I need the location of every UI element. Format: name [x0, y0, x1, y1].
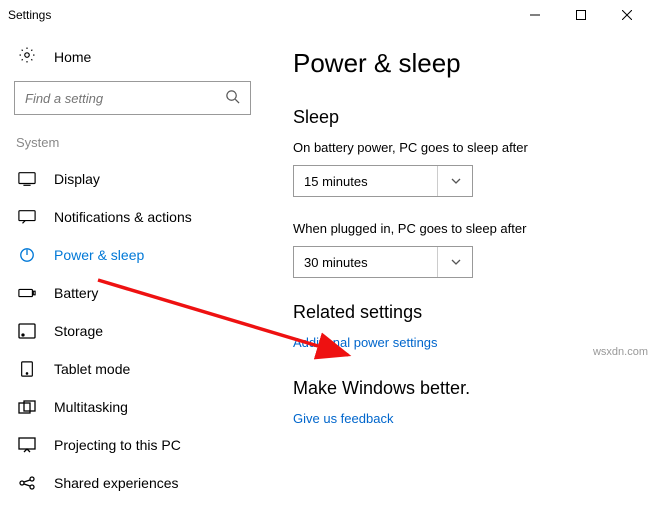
- additional-power-settings-link[interactable]: Additional power settings: [293, 335, 438, 350]
- sidebar-item-label: Power & sleep: [54, 247, 144, 263]
- power-icon: [18, 247, 36, 263]
- sidebar-item-label: Shared experiences: [54, 475, 179, 491]
- window-title: Settings: [8, 8, 51, 22]
- select-value: 30 minutes: [304, 255, 437, 270]
- page-title: Power & sleep: [293, 48, 640, 79]
- tablet-icon: [18, 361, 36, 377]
- chevron-down-icon: [437, 166, 462, 196]
- maximize-button[interactable]: [558, 0, 604, 30]
- sidebar-item-battery[interactable]: Battery: [12, 274, 253, 312]
- sidebar-item-shared[interactable]: Shared experiences: [12, 464, 253, 502]
- sidebar-item-label: Multitasking: [54, 399, 128, 415]
- chevron-down-icon: [437, 247, 462, 277]
- search-icon: [225, 89, 240, 107]
- sidebar-item-storage[interactable]: Storage: [12, 312, 253, 350]
- plugged-sleep-label: When plugged in, PC goes to sleep after: [293, 221, 640, 236]
- watermark: wsxdn.com: [593, 346, 648, 358]
- battery-sleep-select[interactable]: 15 minutes: [293, 165, 473, 197]
- system-group-label: System: [12, 131, 253, 160]
- multitasking-icon: [18, 399, 36, 415]
- sidebar-item-power[interactable]: Power & sleep: [12, 236, 253, 274]
- sidebar-item-notifications[interactable]: Notifications & actions: [12, 198, 253, 236]
- gear-icon: [18, 46, 36, 67]
- sidebar-item-label: Display: [54, 171, 100, 187]
- battery-sleep-label: On battery power, PC goes to sleep after: [293, 140, 640, 155]
- home-label: Home: [54, 49, 91, 65]
- plugged-sleep-select[interactable]: 30 minutes: [293, 246, 473, 278]
- select-value: 15 minutes: [304, 174, 437, 189]
- sidebar-item-label: Projecting to this PC: [54, 437, 181, 453]
- sidebar-item-projecting[interactable]: Projecting to this PC: [12, 426, 253, 464]
- main-pane: Power & sleep Sleep On battery power, PC…: [265, 30, 650, 518]
- related-heading: Related settings: [293, 302, 640, 323]
- search-box[interactable]: [14, 81, 251, 115]
- sidebar-item-multitasking[interactable]: Multitasking: [12, 388, 253, 426]
- battery-icon: [18, 285, 36, 301]
- shared-icon: [18, 475, 36, 491]
- sidebar: Home System Display Notifications & acti…: [0, 30, 265, 518]
- sidebar-item-label: Storage: [54, 323, 103, 339]
- sidebar-item-label: Tablet mode: [54, 361, 130, 377]
- feedback-link[interactable]: Give us feedback: [293, 411, 393, 426]
- sleep-heading: Sleep: [293, 107, 640, 128]
- sidebar-item-display[interactable]: Display: [12, 160, 253, 198]
- storage-icon: [18, 323, 36, 339]
- display-icon: [18, 171, 36, 187]
- titlebar: Settings: [0, 0, 650, 30]
- sidebar-item-label: Battery: [54, 285, 98, 301]
- sidebar-item-label: Notifications & actions: [54, 209, 192, 225]
- window-controls: [512, 0, 650, 30]
- search-input[interactable]: [25, 91, 225, 106]
- better-heading: Make Windows better.: [293, 378, 640, 399]
- projecting-icon: [18, 437, 36, 453]
- sidebar-item-tablet[interactable]: Tablet mode: [12, 350, 253, 388]
- home-button[interactable]: Home: [12, 38, 253, 81]
- close-button[interactable]: [604, 0, 650, 30]
- message-icon: [18, 209, 36, 225]
- minimize-button[interactable]: [512, 0, 558, 30]
